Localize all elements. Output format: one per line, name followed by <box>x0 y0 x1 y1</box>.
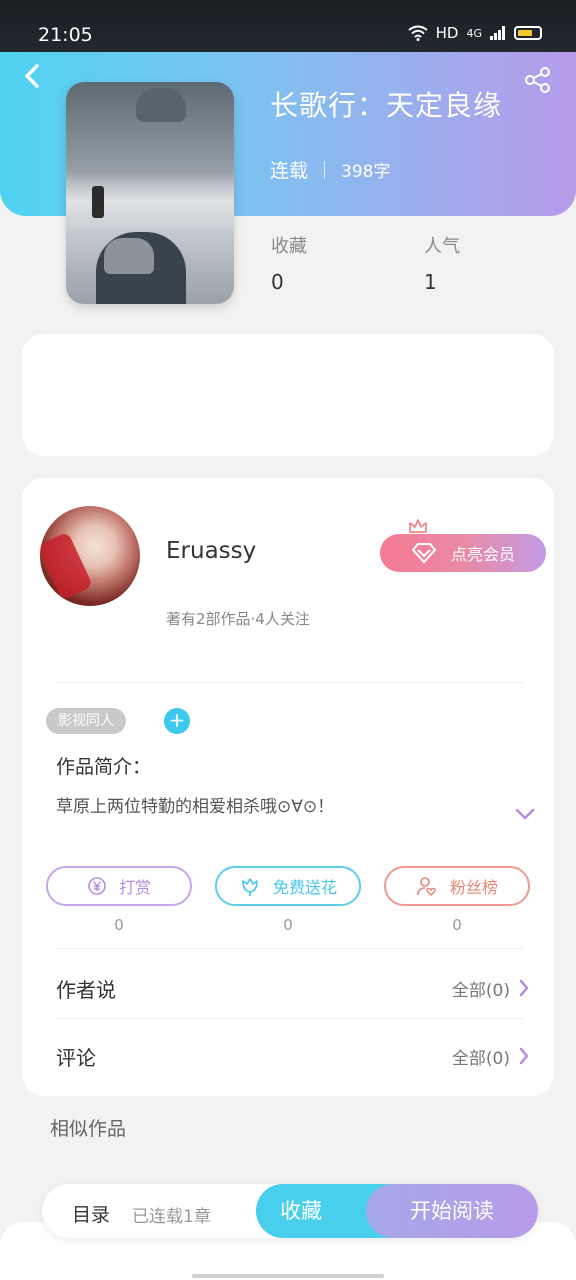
share-icon[interactable] <box>524 66 552 94</box>
reward-label: 打赏 <box>118 878 151 897</box>
row-link[interactable]: 全部(0) <box>452 976 530 1001</box>
reward-count: 0 <box>114 916 124 934</box>
author-says-row[interactable]: 作者说 全部(0) <box>56 968 530 1008</box>
author-name[interactable]: Eruassy <box>166 538 256 564</box>
stat-label: 人气 <box>424 236 460 257</box>
divider <box>54 1018 524 1019</box>
comments-row[interactable]: 评论 全部(0) <box>56 1036 530 1076</box>
reward-button[interactable]: 打赏 <box>46 866 192 906</box>
back-icon[interactable] <box>22 62 46 92</box>
blank-card <box>22 334 554 456</box>
home-indicator[interactable] <box>192 1274 384 1278</box>
send-flower-label: 免费送花 <box>272 878 337 897</box>
vip-button[interactable]: 点亮会员 <box>380 534 546 572</box>
fan-rank-count: 0 <box>452 916 462 934</box>
status-time: 21:05 <box>38 24 93 46</box>
word-count: 398字 <box>341 162 391 182</box>
author-card: Eruassy 著有2部作品·4人关注 点亮会员 影视同人 + 作品简介： 草原… <box>22 478 554 1096</box>
author-avatar[interactable] <box>40 506 140 606</box>
fan-rank-label: 粉丝榜 <box>449 878 498 897</box>
status-bar: 21:05 HD 4G <box>0 0 576 52</box>
book-meta: 连载 398字 <box>270 156 390 183</box>
stat-value: 0 <box>271 270 284 294</box>
send-flower-count: 0 <box>283 916 293 934</box>
stat-collect: 收藏 0 <box>271 232 307 294</box>
crown-icon <box>409 519 427 533</box>
book-title: 长歌行：天定良缘 <box>270 89 503 122</box>
status-icons: HD 4G <box>408 24 542 42</box>
send-flower-button[interactable]: 免费送花 <box>215 866 361 906</box>
cover-seal <box>92 186 104 218</box>
row-title: 作者说 <box>56 977 116 1002</box>
meta-divider <box>324 160 326 179</box>
chevron-right-icon <box>519 1047 529 1065</box>
intro-heading: 作品简介： <box>56 756 152 778</box>
tag-chip[interactable]: 影视同人 <box>46 708 126 734</box>
row-link-label: 全部(0) <box>451 1048 510 1069</box>
book-cover[interactable] <box>66 82 234 304</box>
stat-value: 1 <box>424 270 437 294</box>
row-title: 评论 <box>56 1045 96 1070</box>
stat-popularity: 人气 1 <box>424 232 460 294</box>
yen-icon <box>88 877 106 895</box>
bottom-action-bar: 目录 已连载1章 收藏 开始阅读 <box>42 1184 538 1238</box>
divider <box>54 682 524 683</box>
toc-button[interactable]: 目录 <box>72 1200 110 1227</box>
row-link[interactable]: 全部(0) <box>452 1044 530 1069</box>
fan-rank-button[interactable]: 粉丝榜 <box>384 866 530 906</box>
stat-label: 收藏 <box>271 236 307 257</box>
vip-label: 点亮会员 <box>450 545 515 564</box>
flower-icon <box>242 878 258 896</box>
signal-label: 4G <box>466 26 482 40</box>
cover-figure-top <box>136 88 186 122</box>
book-status: 连载 <box>270 160 309 182</box>
wifi-icon <box>408 25 428 41</box>
chevron-down-icon[interactable] <box>514 806 536 822</box>
cover-mask <box>104 238 154 274</box>
start-reading-button[interactable]: 开始阅读 <box>366 1184 538 1238</box>
diamond-icon <box>411 543 436 563</box>
chevron-right-icon <box>519 979 529 997</box>
add-tag-icon[interactable]: + <box>164 708 190 734</box>
chapter-count: 已连载1章 <box>132 1207 211 1227</box>
divider <box>54 948 524 949</box>
intro-text: 草原上两位特勤的相爱相杀哦⊙∀⊙！ <box>56 797 335 817</box>
similar-works-heading: 相似作品 <box>50 1118 127 1140</box>
signal-icon <box>490 26 505 40</box>
network-label: HD <box>435 24 459 42</box>
user-heart-icon <box>417 877 436 896</box>
author-meta: 著有2部作品·4人关注 <box>166 610 310 628</box>
row-link-label: 全部(0) <box>451 980 510 1001</box>
battery-icon <box>514 26 542 40</box>
